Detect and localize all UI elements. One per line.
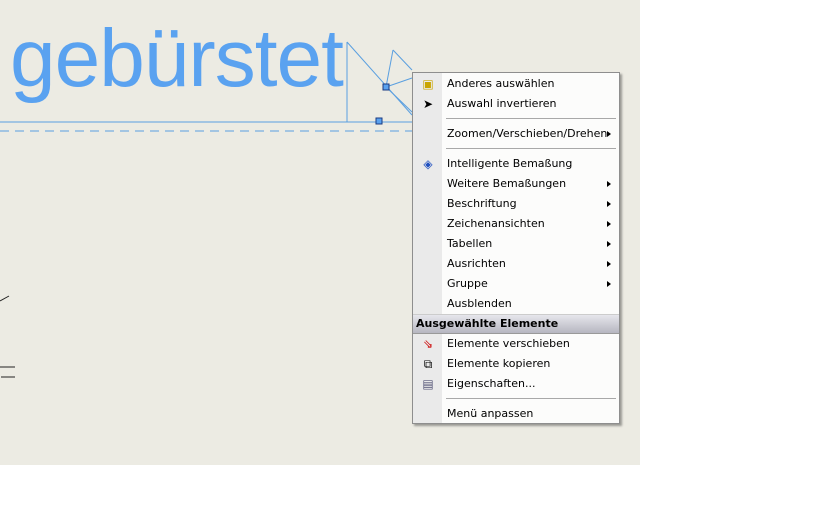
menu-item-move-entities[interactable]: ⇘ Elemente verschieben bbox=[413, 334, 619, 354]
menu-item-copy-entities[interactable]: ⧉ Elemente kopieren bbox=[413, 354, 619, 374]
submenu-arrow-icon bbox=[607, 181, 611, 187]
submenu-arrow-icon bbox=[607, 261, 611, 267]
submenu-arrow-icon bbox=[607, 201, 611, 207]
menu-item-zoom-pan-rotate[interactable]: Zoomen/Verschieben/Drehen bbox=[413, 124, 619, 144]
menu-item-properties[interactable]: ▤ Eigenschaften... bbox=[413, 374, 619, 394]
submenu-arrow-icon bbox=[607, 131, 611, 137]
context-menu: ▣ Anderes auswählen ➤ Auswahl invertieren … bbox=[412, 72, 620, 424]
menu-item-group[interactable]: Gruppe bbox=[413, 274, 619, 294]
menu-item-customize-menu[interactable]: Menü anpassen bbox=[413, 404, 619, 424]
invert-selection-icon: ➤ bbox=[422, 97, 434, 111]
menu-item-select-other[interactable]: ▣ Anderes auswählen bbox=[413, 74, 619, 94]
menu-item-hide[interactable]: Ausblenden bbox=[413, 294, 619, 314]
menu-item-align[interactable]: Ausrichten bbox=[413, 254, 619, 274]
menu-item-invert-selection[interactable]: ➤ Auswahl invertieren bbox=[413, 94, 619, 114]
menu-section-header: Ausgewählte Elemente bbox=[413, 314, 619, 334]
submenu-arrow-icon bbox=[607, 221, 611, 227]
menu-item-drawing-views[interactable]: Zeichenansichten bbox=[413, 214, 619, 234]
menu-item-more-dimensions[interactable]: Weitere Bemaßungen bbox=[413, 174, 619, 194]
menu-separator bbox=[413, 114, 619, 124]
menu-item-tables[interactable]: Tabellen bbox=[413, 234, 619, 254]
menu-item-smart-dimension[interactable]: ◈ Intelligente Bemaßung bbox=[413, 154, 619, 174]
submenu-arrow-icon bbox=[607, 241, 611, 247]
select-other-icon: ▣ bbox=[422, 77, 434, 91]
move-entities-icon: ⇘ bbox=[422, 337, 434, 351]
smart-dimension-icon: ◈ bbox=[423, 157, 433, 171]
copy-entities-icon: ⧉ bbox=[423, 357, 433, 371]
submenu-arrow-icon bbox=[607, 281, 611, 287]
properties-icon: ▤ bbox=[422, 377, 434, 391]
menu-separator bbox=[413, 394, 619, 404]
menu-separator bbox=[413, 144, 619, 154]
menu-item-annotation[interactable]: Beschriftung bbox=[413, 194, 619, 214]
